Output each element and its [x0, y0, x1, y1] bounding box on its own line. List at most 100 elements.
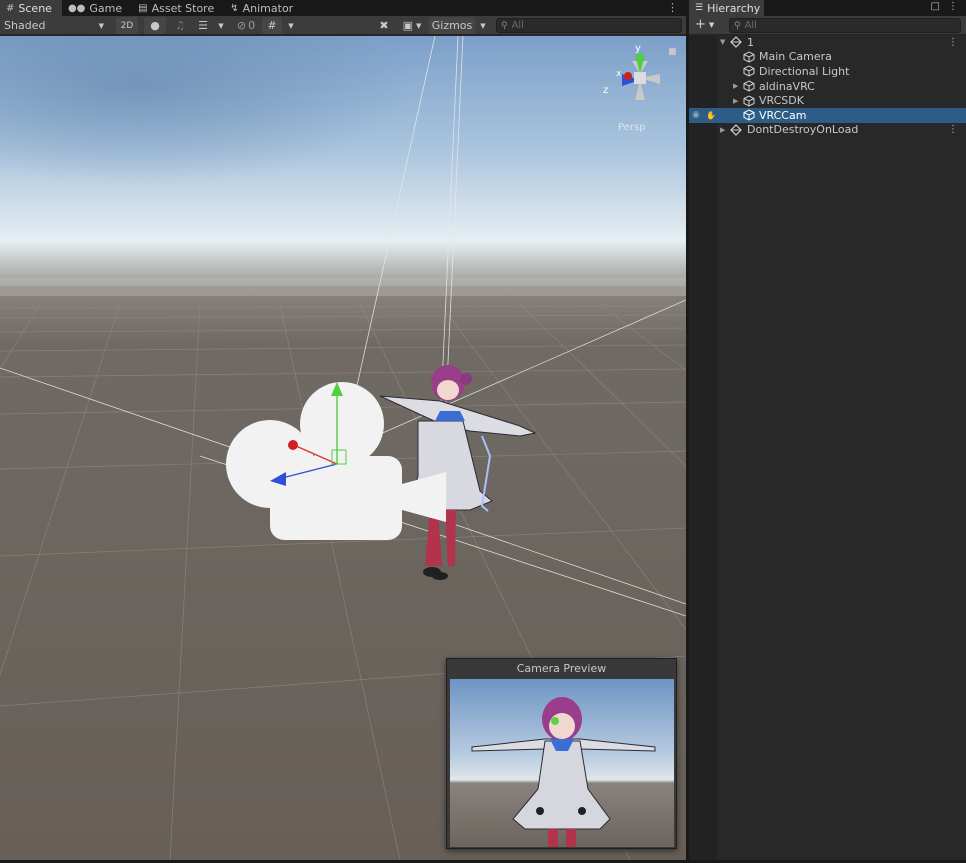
- scene-tabbar: # Scene ●● Game ▤ Asset Store ↯ Animator…: [0, 0, 686, 16]
- chevron-down-icon: ▼: [218, 21, 224, 30]
- gameobject-cube-icon: [743, 65, 755, 78]
- hierarchy-item-vrccam[interactable]: ◉ ✋ VRCCam: [689, 107, 966, 123]
- list-icon: ☰: [695, 3, 704, 13]
- camera-icon: ▣: [402, 19, 413, 32]
- projection-label[interactable]: Persp: [618, 122, 646, 133]
- hierarchy-item-label: Directional Light: [759, 64, 850, 78]
- tab-scene[interactable]: # Scene: [0, 0, 62, 16]
- scene-search-input[interactable]: [511, 20, 681, 31]
- chevron-down-icon: ▼: [480, 21, 486, 30]
- hierarchy-item-label: aldinaVRC: [759, 79, 815, 93]
- hierarchy-item-scene-1[interactable]: ▼ 1 ⋮: [689, 35, 966, 50]
- hierarchy-item-vrcsdk[interactable]: ▶ VRCSDK: [689, 93, 966, 108]
- search-icon: ⚲: [734, 20, 741, 31]
- gizmo-x-label: x: [616, 69, 622, 79]
- unity-scene-icon: [730, 36, 742, 49]
- lighting-toggle-button[interactable]: ●: [144, 17, 166, 34]
- eye-hidden-icon: ⊘: [236, 19, 247, 32]
- hierarchy-item-directional-light[interactable]: Directional Light: [689, 64, 966, 79]
- expand-arrow-icon[interactable]: ▶: [733, 97, 738, 105]
- effects-dropdown[interactable]: ▼: [214, 17, 228, 34]
- hierarchy-item-label: 1: [747, 35, 754, 49]
- effects-toggle-button[interactable]: ☰: [193, 17, 213, 34]
- animator-icon: ↯: [230, 2, 239, 14]
- gameobject-cube-icon: [743, 51, 755, 63]
- visibility-eye-icon[interactable]: ◉: [692, 110, 700, 120]
- pickable-hand-icon[interactable]: ✋: [706, 111, 716, 120]
- lightbulb-icon: ●: [150, 19, 160, 32]
- hierarchy-visibility-gutter: [689, 36, 717, 860]
- tab-hierarchy[interactable]: ☰ Hierarchy: [689, 0, 764, 16]
- tab-game-label: Game: [89, 1, 123, 15]
- gizmos-dropdown[interactable]: ▼: [476, 17, 490, 34]
- camera-preview-window[interactable]: Camera Preview: [446, 658, 677, 849]
- expand-arrow-icon[interactable]: ▶: [733, 82, 738, 90]
- hierarchy-item-label: VRCSDK: [759, 94, 804, 108]
- gizmo-z-label: z: [603, 85, 608, 96]
- camera-preview-image: [450, 679, 674, 847]
- gameobject-cube-icon: [743, 80, 755, 92]
- hierarchy-item-label: Main Camera: [759, 50, 832, 64]
- lock-icon[interactable]: □: [931, 1, 940, 12]
- plus-icon: +: [695, 17, 706, 32]
- grid-dropdown[interactable]: ▼: [284, 17, 298, 34]
- gizmos-button[interactable]: Gizmos: [429, 17, 475, 34]
- speaker-icon: ♫: [175, 19, 185, 32]
- scene-menu-kebab-icon[interactable]: ⋮: [667, 1, 678, 14]
- camera-preview-title: Camera Preview: [447, 659, 676, 679]
- 2d-toggle-button[interactable]: 2D: [116, 17, 138, 34]
- gameobject-cube-icon: [743, 95, 755, 107]
- gizmos-label: Gizmos: [431, 19, 473, 32]
- unity-scene-icon: [730, 124, 742, 136]
- tab-animator-label: Animator: [242, 1, 294, 15]
- chevron-down-icon: ▼: [288, 21, 294, 30]
- hierarchy-menu-kebab-icon[interactable]: ⋮: [948, 1, 958, 12]
- create-button[interactable]: + ▼: [695, 17, 714, 32]
- scene-options-kebab-icon[interactable]: ⋮: [948, 37, 958, 48]
- tab-hierarchy-label: Hierarchy: [707, 1, 761, 15]
- gamepad-icon: ●●: [67, 2, 86, 14]
- 2d-label: 2D: [120, 20, 134, 31]
- gizmo-y-label: y: [635, 43, 641, 54]
- tab-asset-store[interactable]: ▤ Asset Store: [132, 0, 224, 16]
- camera-settings-button[interactable]: ▣ ▼: [398, 17, 426, 34]
- tab-animator[interactable]: ↯ Animator: [224, 0, 303, 16]
- draw-mode-label: Shaded: [4, 19, 46, 32]
- search-icon: ⚲: [501, 20, 508, 31]
- tools-wrench-icon: ✖: [379, 19, 389, 32]
- store-bag-icon: ▤: [138, 2, 148, 14]
- tools-button[interactable]: ✖: [374, 17, 394, 34]
- draw-mode-dropdown[interactable]: Shaded ▼: [4, 17, 108, 34]
- expand-arrow-icon[interactable]: ▼: [720, 38, 725, 46]
- hierarchy-item-label: DontDestroyOnLoad: [747, 123, 859, 137]
- hierarchy-item-main-camera[interactable]: Main Camera: [689, 50, 966, 65]
- chevron-down-icon: ▼: [416, 21, 422, 30]
- scene-visibility-toggle[interactable]: ⊘ 0: [232, 17, 260, 34]
- hierarchy-search-input[interactable]: [744, 20, 960, 31]
- lock-icon[interactable]: ■: [668, 47, 677, 57]
- tab-asset-store-label: Asset Store: [151, 1, 215, 15]
- effects-layers-icon: ☰: [198, 19, 208, 32]
- hierarchy-search-box[interactable]: ⚲: [729, 18, 961, 33]
- scene-panel: # Scene ●● Game ▤ Asset Store ↯ Animator…: [0, 0, 686, 863]
- scene-options-kebab-icon[interactable]: ⋮: [948, 124, 958, 135]
- hierarchy-toolbar: + ▼ ⚲: [689, 16, 966, 35]
- expand-arrow-icon[interactable]: ▶: [720, 126, 725, 134]
- hidden-count: 0: [248, 19, 256, 32]
- scene-search-box[interactable]: ⚲: [496, 18, 682, 33]
- hierarchy-tree: ▼ 1 ⋮ Main Camera Directional Light ▶ al…: [689, 35, 966, 137]
- hierarchy-item-dontdestroyonload[interactable]: ▶ DontDestroyOnLoad ⋮: [689, 123, 966, 138]
- audio-toggle-button[interactable]: ♫: [170, 17, 190, 34]
- chevron-down-icon: ▼: [98, 21, 104, 30]
- grid-icon: #: [6, 2, 15, 14]
- tab-scene-label: Scene: [18, 1, 52, 15]
- scene-toolbar: Shaded ▼ 2D ● ♫ ☰ ▼ ⊘ 0 # ▼ ✖ ▣ ▼ Gizmos…: [0, 16, 686, 35]
- hierarchy-window-controls: □ ⋮: [931, 1, 958, 12]
- gameobject-cube-icon: [743, 109, 755, 121]
- grid-snap-icon: #: [267, 19, 277, 32]
- grid-toggle-button[interactable]: #: [262, 17, 282, 34]
- chevron-down-icon: ▼: [708, 20, 715, 29]
- hierarchy-item-label: VRCCam: [759, 108, 807, 122]
- tab-game[interactable]: ●● Game: [62, 0, 132, 16]
- hierarchy-item-aldinavrc[interactable]: ▶ aldinaVRC: [689, 79, 966, 94]
